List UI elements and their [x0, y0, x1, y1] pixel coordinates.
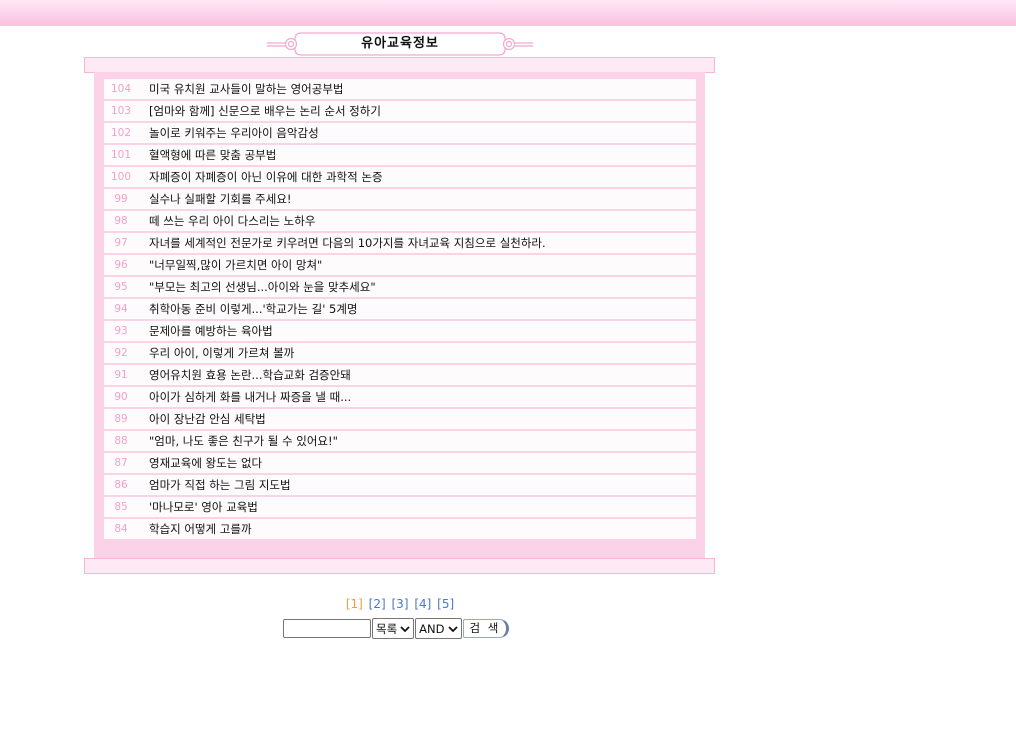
- list-item[interactable]: 98 떼 쓰는 우리 아이 다스리는 노하우: [104, 211, 696, 231]
- article-title-link[interactable]: "부모는 최고의 선생님...아이와 눈을 맞추세요": [149, 277, 376, 297]
- list-item[interactable]: 101 혈액형에 따른 맞춤 공부법: [104, 145, 696, 165]
- article-list: 104 미국 유치원 교사들이 말하는 영어공부법 103 [엄마와 함께] 신문으로…: [104, 79, 696, 541]
- article-number: 97: [114, 237, 128, 249]
- page-link[interactable]: [1]: [346, 597, 363, 611]
- article-number: 89: [114, 413, 128, 425]
- search-button[interactable]: 검 색: [462, 619, 510, 638]
- chevron-down-icon: [447, 625, 458, 632]
- list-item[interactable]: 103 [엄마와 함께] 신문으로 배우는 논리 순서 정하기: [104, 101, 696, 121]
- article-number: 101: [110, 149, 132, 161]
- list-item[interactable]: 99 실수나 실패할 기회를 주세요!: [104, 189, 696, 209]
- search-scope-select[interactable]: 목록: [372, 618, 415, 639]
- list-item[interactable]: 87 영재교육에 왕도는 없다: [104, 453, 696, 473]
- article-number: 99: [114, 193, 128, 205]
- article-number: 90: [114, 391, 128, 403]
- article-title-link[interactable]: 혈액형에 따른 맞춤 공부법: [149, 145, 276, 165]
- list-frame-bottom: [84, 558, 715, 574]
- article-number: 94: [114, 303, 128, 315]
- pagination: [1] [2] [3] [4] [5]: [0, 597, 800, 611]
- article-number: 87: [114, 457, 128, 469]
- article-title-link[interactable]: 실수나 실패할 기회를 주세요!: [149, 189, 292, 209]
- article-title-link[interactable]: 영재교육에 왕도는 없다: [149, 453, 262, 473]
- search-input[interactable]: [283, 619, 371, 638]
- list-item[interactable]: 89 아이 장난감 안심 세탁법: [104, 409, 696, 429]
- article-number: 98: [114, 215, 128, 227]
- article-title-link[interactable]: "너무일찍,많이 가르치면 아이 망쳐": [149, 255, 322, 275]
- list-item[interactable]: 92 우리 아이, 이렇게 가르쳐 볼까: [104, 343, 696, 363]
- article-title-link[interactable]: 아이가 심하게 화를 내거나 짜증을 낼 때...: [149, 387, 351, 407]
- page-link[interactable]: [4]: [414, 597, 431, 611]
- page-title: 유아교육정보: [361, 36, 439, 51]
- list-item[interactable]: 104 미국 유치원 교사들이 말하는 영어공부법: [104, 79, 696, 99]
- list-item[interactable]: 91 영어유치원 효용 논란...학습교화 검증안돼: [104, 365, 696, 385]
- search-bar: 목록 AND 검 색: [283, 618, 510, 639]
- article-title-link[interactable]: 문제아를 예방하는 육아법: [149, 321, 273, 341]
- article-title-link[interactable]: 자폐증이 자폐증이 아닌 이유에 대한 과학적 논증: [149, 167, 383, 187]
- page-link[interactable]: [3]: [392, 597, 409, 611]
- list-item[interactable]: 86 엄마가 직접 하는 그림 지도법: [104, 475, 696, 495]
- article-number: 103: [110, 105, 132, 117]
- article-number: 88: [114, 435, 128, 447]
- list-item[interactable]: 88 "엄마, 나도 좋은 친구가 될 수 있어요!": [104, 431, 696, 451]
- list-item[interactable]: 102 놀이로 키워주는 우리아이 음악감성: [104, 123, 696, 143]
- article-number: 91: [114, 369, 128, 381]
- article-title-link[interactable]: 영어유치원 효용 논란...학습교화 검증안돼: [149, 365, 351, 385]
- article-number: 84: [114, 523, 128, 535]
- article-number: 96: [114, 259, 128, 271]
- article-number: 100: [110, 171, 132, 183]
- list-item[interactable]: 96 "너무일찍,많이 가르치면 아이 망쳐": [104, 255, 696, 275]
- article-number: 95: [114, 281, 128, 293]
- article-number: 92: [114, 347, 128, 359]
- article-title-link[interactable]: 우리 아이, 이렇게 가르쳐 볼까: [149, 343, 294, 363]
- list-item[interactable]: 100 자폐증이 자폐증이 아닌 이유에 대한 과학적 논증: [104, 167, 696, 187]
- article-number: 104: [110, 83, 132, 95]
- list-item[interactable]: 94 취학아동 준비 이렇게...'학교가는 길' 5계명: [104, 299, 696, 319]
- chevron-down-icon: [400, 625, 410, 632]
- article-title-link[interactable]: 미국 유치원 교사들이 말하는 영어공부법: [149, 79, 343, 99]
- article-title-link[interactable]: 취학아동 준비 이렇게...'학교가는 길' 5계명: [149, 299, 358, 319]
- page-link[interactable]: [5]: [437, 597, 454, 611]
- board-title-banner: 유아교육정보: [265, 31, 535, 57]
- article-number: 102: [110, 127, 132, 139]
- list-item[interactable]: 90 아이가 심하게 화를 내거나 짜증을 낼 때...: [104, 387, 696, 407]
- list-frame-top: [84, 57, 715, 73]
- article-number: 85: [114, 501, 128, 513]
- article-title-link[interactable]: 떼 쓰는 우리 아이 다스리는 노하우: [149, 211, 315, 231]
- list-item[interactable]: 84 학습지 어떻게 고를까: [104, 519, 696, 539]
- article-title-link[interactable]: 놀이로 키워주는 우리아이 음악감성: [149, 123, 319, 143]
- page-link[interactable]: [2]: [369, 597, 386, 611]
- article-title-link[interactable]: 엄마가 직접 하는 그림 지도법: [149, 475, 291, 495]
- article-number: 86: [114, 479, 128, 491]
- article-title-link[interactable]: "엄마, 나도 좋은 친구가 될 수 있어요!": [149, 431, 338, 451]
- list-item[interactable]: 93 문제아를 예방하는 육아법: [104, 321, 696, 341]
- list-item[interactable]: 97 자녀를 세계적인 전문가로 키우려면 다음의 10가지를 자녀교육 지침으로…: [104, 233, 696, 253]
- article-title-link[interactable]: 자녀를 세계적인 전문가로 키우려면 다음의 10가지를 자녀교육 지침으로 실…: [149, 233, 546, 253]
- search-scope-value: 목록: [376, 621, 398, 636]
- search-operator-value: AND: [419, 621, 445, 636]
- article-number: 93: [114, 325, 128, 337]
- article-title-link[interactable]: [엄마와 함께] 신문으로 배우는 논리 순서 정하기: [149, 101, 381, 121]
- list-item[interactable]: 85 '마나모로' 영아 교육법: [104, 497, 696, 517]
- article-title-link[interactable]: 아이 장난감 안심 세탁법: [149, 409, 266, 429]
- article-title-link[interactable]: 학습지 어떻게 고를까: [149, 519, 252, 539]
- list-item[interactable]: 95 "부모는 최고의 선생님...아이와 눈을 맞추세요": [104, 277, 696, 297]
- article-title-link[interactable]: '마나모로' 영아 교육법: [149, 497, 258, 517]
- top-banner-band: [0, 0, 1016, 26]
- search-operator-select[interactable]: AND: [415, 618, 462, 639]
